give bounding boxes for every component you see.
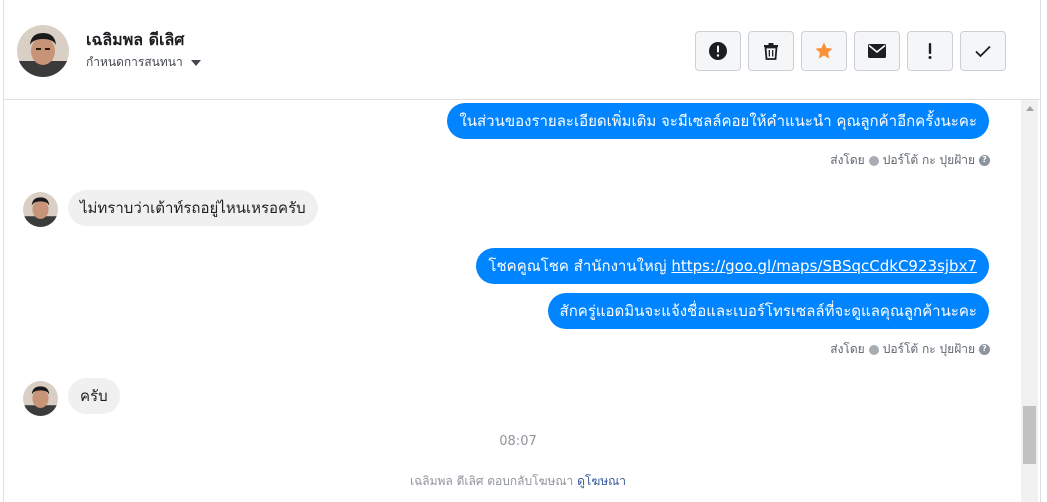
star-button[interactable]	[801, 31, 847, 71]
exclamation-icon	[928, 43, 932, 59]
outgoing-message[interactable]: ในส่วนของรายละเอียดเพิ่มเติม จะมีเซลล์คอ…	[447, 103, 989, 139]
avatar[interactable]	[23, 381, 58, 416]
ad-reply-note: เฉลิมพล ดีเลิศ ตอบกลับโฆษณา ดูโฆษณา	[0, 472, 1036, 491]
scrollbar-thumb[interactable]	[1023, 406, 1036, 464]
scroll-up-button[interactable]	[1021, 100, 1038, 117]
message-text: โชคคูณโชค สำนักงานใหญ่	[488, 257, 672, 275]
help-icon[interactable]: ?	[979, 155, 990, 166]
arrow-up-icon	[1025, 106, 1034, 111]
mark-done-button[interactable]	[960, 31, 1006, 71]
check-circle-icon	[868, 344, 879, 355]
outgoing-message[interactable]: สักครู่แอดมินจะแจ้งชื่อและเบอร์โทรเซลล์ท…	[547, 293, 989, 329]
profile-photo	[23, 381, 58, 416]
follow-up-button[interactable]	[907, 31, 953, 71]
delete-button[interactable]	[748, 31, 794, 71]
sent-by-info: ส่งโดย ปอร์โต้ กะ ปุยฝ้าย ?	[830, 151, 990, 170]
mark-unread-button[interactable]	[854, 31, 900, 71]
view-ad-link[interactable]: ดูโฆษณา	[577, 474, 626, 488]
message-timestamp: 08:07	[499, 434, 537, 449]
profile-photo	[17, 25, 69, 77]
sent-by-info: ส่งโดย ปอร์โต้ กะ ปุยฝ้าย ?	[830, 340, 990, 359]
ad-reply-text: เฉลิมพล ดีเลิศ ตอบกลับโฆษณา	[409, 474, 574, 488]
sent-by-agent: ปอร์โต้ กะ ปุยฝ้าย	[882, 342, 975, 356]
right-border	[1040, 0, 1041, 502]
sent-by-label: ส่งโดย	[830, 153, 865, 167]
conversation-header: เฉลิมพล ดีเลิศ กำหนดการสนทนา	[4, 0, 1040, 100]
profile-photo	[23, 192, 58, 227]
map-link[interactable]: https://goo.gl/maps/SBSqcCdkC923sjbx7	[671, 257, 977, 275]
caret-down-icon	[190, 60, 201, 66]
conversation-settings-dropdown[interactable]: กำหนดการสนทนา	[86, 53, 201, 72]
sent-by-agent: ปอร์โต้ กะ ปุยฝ้าย	[882, 153, 975, 167]
avatar[interactable]	[17, 25, 69, 77]
avatar[interactable]	[23, 192, 58, 227]
star-icon	[815, 42, 833, 59]
help-icon[interactable]: ?	[979, 344, 990, 355]
exclamation-circle-icon	[709, 42, 727, 60]
mark-spam-button[interactable]	[695, 31, 741, 71]
envelope-icon	[868, 44, 886, 58]
incoming-message[interactable]: ครับ	[68, 378, 120, 414]
conversation-settings-label: กำหนดการสนทนา	[86, 55, 183, 69]
trash-icon	[764, 43, 778, 60]
sent-by-label: ส่งโดย	[830, 342, 865, 356]
check-circle-icon	[868, 155, 879, 166]
outgoing-message[interactable]: โชคคูณโชค สำนักงานใหญ่ https://goo.gl/ma…	[476, 248, 989, 284]
incoming-message[interactable]: ไม่ทราบว่าเต้าท์รถอยู่ไหนเหรอครับ	[68, 190, 318, 226]
action-toolbar	[695, 31, 1006, 71]
contact-name: เฉลิมพล ดีเลิศ	[86, 30, 185, 49]
checkmark-icon	[975, 45, 991, 58]
